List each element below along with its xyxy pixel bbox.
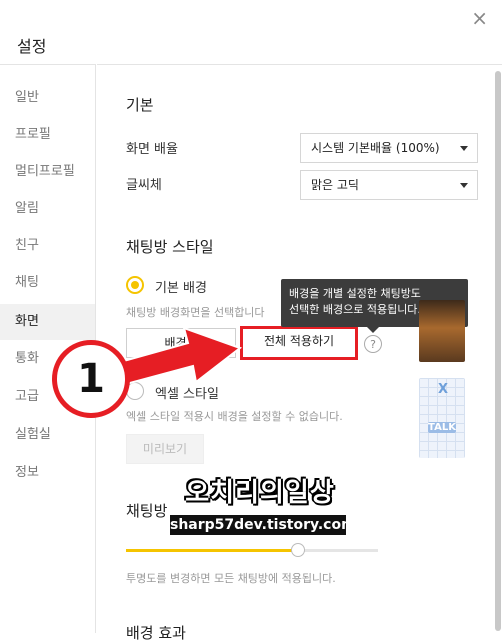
excel-style-hint: 엑셀 스타일 적용시 배경을 설정할 수 없습니다.: [126, 410, 343, 423]
background-thumbnail[interactable]: [419, 300, 465, 362]
font-label: 글씨체: [126, 178, 162, 193]
tooltip-text: 배경을 개별 설정한 채팅방도 선택한 배경으로 적용됩니다.: [289, 287, 421, 316]
close-icon: X: [438, 382, 449, 397]
chevron-down-icon: [460, 146, 468, 151]
sidebar-item-display[interactable]: 화면: [0, 304, 95, 340]
talk-label: TALK: [428, 422, 456, 433]
watermark-title: 오치리의일상: [185, 478, 335, 508]
font-select-value: 맑은 고딕: [311, 178, 359, 192]
watermark-url: sharp57dev.tistory.com: [170, 515, 356, 535]
red-arrow-annotation: [118, 326, 243, 386]
transparency-slider-track[interactable]: [298, 549, 378, 552]
sidebar-item-profile[interactable]: 프로필: [0, 117, 95, 153]
transparency-slider-fill[interactable]: [126, 549, 298, 552]
sidebar-item-multiprofile[interactable]: 멀티프로필: [0, 154, 95, 190]
chevron-down-icon: [460, 183, 468, 188]
step-number-badge: 1: [52, 340, 130, 418]
scale-label: 화면 배율: [126, 142, 178, 157]
scale-select[interactable]: 시스템 기본배율 (100%): [300, 133, 478, 163]
excel-style-thumbnail[interactable]: X TALK: [419, 378, 465, 458]
section-title-chat-style: 채팅방 스타일: [126, 238, 214, 256]
default-bg-radio[interactable]: [126, 276, 144, 294]
section-title-basic: 기본: [126, 96, 154, 114]
transparency-slider-knob[interactable]: [291, 543, 305, 557]
default-bg-label: 기본 배경: [155, 281, 207, 296]
help-icon[interactable]: ?: [364, 335, 382, 353]
scrollbar-thumb[interactable]: [495, 71, 501, 631]
scrollbar[interactable]: [494, 65, 502, 633]
sidebar-item-chat[interactable]: 채팅: [0, 265, 95, 301]
close-icon[interactable]: ×: [471, 8, 488, 28]
sidebar-item-friends[interactable]: 친구: [0, 228, 95, 264]
sidebar-item-general[interactable]: 일반: [0, 80, 95, 116]
sidebar-item-notifications[interactable]: 알림: [0, 191, 95, 227]
section-title-transparency: 채팅방: [126, 502, 168, 520]
sidebar-item-lab[interactable]: 실험실: [0, 417, 95, 453]
preview-button[interactable]: 미리보기: [126, 434, 204, 464]
font-select[interactable]: 맑은 고딕: [300, 170, 478, 200]
scale-select-value: 시스템 기본배율 (100%): [311, 141, 440, 155]
apply-all-button[interactable]: 전체 적용하기: [240, 326, 358, 360]
page-title: 설정: [17, 37, 47, 56]
sidebar-item-info[interactable]: 정보: [0, 455, 95, 491]
transparency-hint: 투명도를 변경하면 모든 채팅방에 적용됩니다.: [126, 572, 336, 585]
